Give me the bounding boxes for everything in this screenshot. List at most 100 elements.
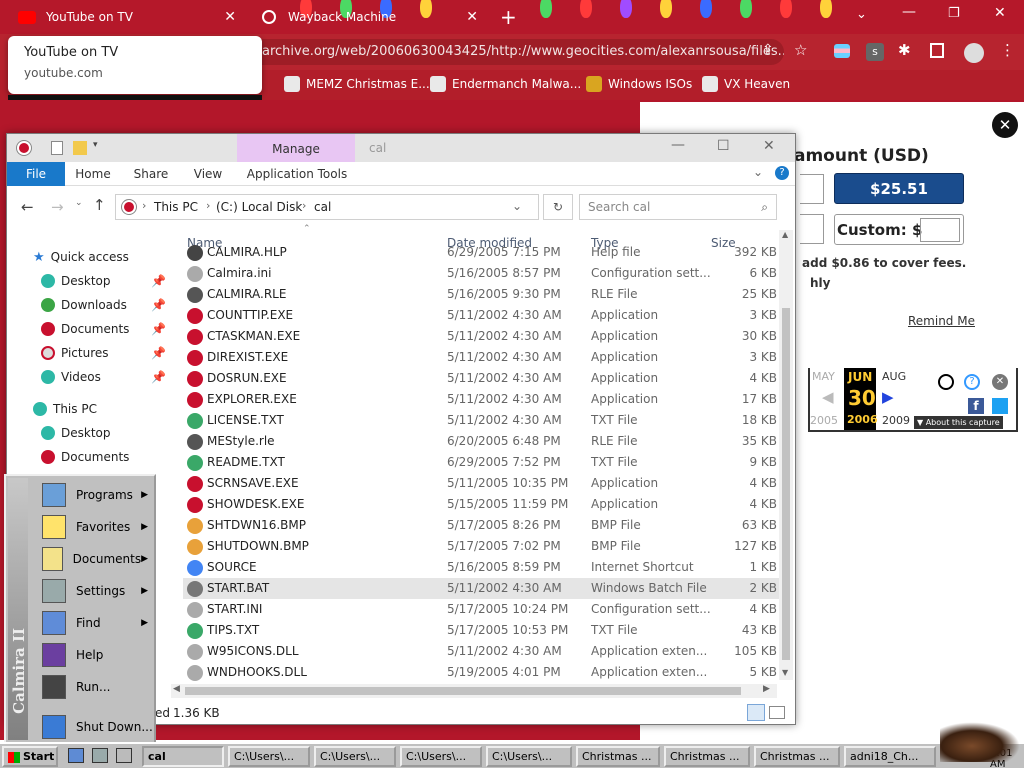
- tab-view[interactable]: View: [183, 162, 233, 186]
- start-menu-item-find[interactable]: Find ▶: [30, 608, 154, 638]
- table-row[interactable]: CALMIRA.HLP 6/29/2005 7:15 PM Help file 392…: [183, 242, 781, 263]
- back-arrow-icon[interactable]: ←: [21, 198, 34, 216]
- nav-pictures[interactable]: Pictures: [41, 342, 109, 364]
- taskbar-button[interactable]: adni18_Ch...: [844, 746, 936, 767]
- tab-home[interactable]: Home: [67, 162, 119, 186]
- breadcrumb-this-pc[interactable]: This PC: [154, 200, 198, 214]
- new-tab-icon[interactable]: +: [500, 5, 517, 29]
- address-field[interactable]: archive.org/web/20060630043425/http://ww…: [238, 39, 784, 65]
- close-icon[interactable]: ✕: [466, 9, 478, 25]
- nav-desktop[interactable]: Desktop: [41, 270, 111, 292]
- close-icon[interactable]: ✕: [224, 9, 236, 25]
- taskbar-button[interactable]: C:\Users\...: [486, 746, 572, 767]
- profile-s-icon[interactable]: s: [866, 43, 884, 61]
- table-row[interactable]: SHTDWN16.BMP 5/17/2005 8:26 PM BMP File 63 …: [183, 515, 781, 536]
- table-row[interactable]: LICENSE.TXT 5/11/2002 4:30 AM TXT File 18 K…: [183, 410, 781, 431]
- flag-extension-icon[interactable]: [834, 44, 850, 58]
- prev-capture-arrow-icon[interactable]: ◀: [822, 388, 834, 406]
- twitter-icon[interactable]: [992, 398, 1008, 414]
- tab-share[interactable]: Share: [123, 162, 179, 186]
- close-window-icon[interactable]: ✕: [763, 138, 775, 154]
- amount-button-selected[interactable]: $25.51: [834, 173, 964, 204]
- tab-wayback-machine[interactable]: Wayback Machine ✕: [252, 4, 488, 30]
- start-menu-item-programs[interactable]: Programs ▶: [30, 480, 154, 510]
- tab-youtube-on-tv[interactable]: YouTube on TV ✕: [8, 4, 246, 30]
- table-row[interactable]: START.INI 5/17/2005 10:24 PM Configuration…: [183, 599, 781, 620]
- nav-pc-desktop[interactable]: Desktop: [41, 422, 111, 444]
- scroll-down-chevron-icon[interactable]: ▼: [782, 668, 788, 677]
- about-capture-button[interactable]: ▼ About this capture: [914, 416, 1003, 429]
- bookmark-endermanch[interactable]: Endermanch Malwa...: [430, 76, 581, 92]
- quicklaunch-icon[interactable]: [68, 748, 84, 763]
- next-capture-arrow-icon[interactable]: ▶: [882, 388, 894, 406]
- quicklaunch-icon[interactable]: [116, 748, 132, 763]
- taskbar-button[interactable]: Christmas ...: [664, 746, 750, 767]
- help-icon[interactable]: ?: [964, 374, 980, 390]
- table-row[interactable]: CTASKMAN.EXE 5/11/2002 4:30 AM Application…: [183, 326, 781, 347]
- nav-videos[interactable]: Videos: [41, 366, 101, 388]
- quicklaunch-icon[interactable]: [92, 748, 108, 763]
- new-folder-icon[interactable]: [73, 141, 87, 155]
- table-row[interactable]: SOURCE 5/16/2005 8:59 PM Internet Shortcut…: [183, 557, 781, 578]
- refresh-icon[interactable]: ↻: [543, 194, 573, 220]
- remind-me-link[interactable]: Remind Me: [908, 314, 975, 328]
- avatar[interactable]: [964, 43, 984, 63]
- breadcrumb[interactable]: › This PC › (C:) Local Disk › cal ⌄: [115, 194, 539, 220]
- table-row[interactable]: TIPS.TXT 5/17/2005 10:53 PM TXT File 43 KB: [183, 620, 781, 641]
- vertical-scroll-thumb[interactable]: [782, 308, 790, 660]
- extensions-puzzle-icon[interactable]: ✱: [898, 41, 911, 59]
- close-icon[interactable]: ✕: [992, 374, 1008, 390]
- table-row[interactable]: MEStyle.rle 6/20/2005 6:48 PM RLE File 35 K…: [183, 431, 781, 452]
- share-icon[interactable]: ⇪: [762, 42, 774, 58]
- details-view-icon[interactable]: [747, 704, 765, 721]
- bookmark-star-icon[interactable]: ☆: [794, 41, 807, 59]
- prev-month[interactable]: MAY: [812, 370, 835, 383]
- start-menu-item-shut-down[interactable]: Shut Down...: [30, 712, 154, 742]
- bookmark-vx-heaven[interactable]: VX Heaven: [702, 76, 790, 92]
- table-row[interactable]: README.TXT 6/29/2005 7:52 PM TXT File 9 KB: [183, 452, 781, 473]
- minimize-icon[interactable]: —: [671, 137, 685, 153]
- prev-year[interactable]: 2005: [810, 414, 838, 427]
- help-icon[interactable]: ?: [775, 166, 789, 180]
- tab-application-tools[interactable]: Application Tools: [239, 162, 355, 186]
- next-month[interactable]: AUG: [882, 370, 906, 383]
- amount-option-partial[interactable]: [800, 174, 824, 204]
- custom-amount-input[interactable]: [920, 218, 960, 242]
- taskbar-button[interactable]: C:\Users\...: [228, 746, 310, 767]
- start-button[interactable]: Start: [2, 746, 58, 767]
- nav-quick-access[interactable]: ★ Quick access: [33, 246, 129, 268]
- start-menu-item-favorites[interactable]: Favorites ▶: [30, 512, 154, 542]
- table-row[interactable]: EXPLORER.EXE 5/11/2002 4:30 AM Application…: [183, 389, 781, 410]
- bookmark-windows-isos[interactable]: Windows ISOs: [586, 76, 692, 92]
- large-icons-view-icon[interactable]: [769, 706, 785, 719]
- table-row[interactable]: DIREXIST.EXE 5/11/2002 4:30 AM Application…: [183, 347, 781, 368]
- bookmark-memz[interactable]: MEMZ Christmas E...: [284, 76, 430, 92]
- recent-chevron-icon[interactable]: ⌄: [75, 198, 83, 208]
- breadcrumb-cal[interactable]: cal: [314, 200, 331, 214]
- nav-documents[interactable]: Documents: [41, 318, 129, 340]
- start-menu-item-run[interactable]: Run...: [30, 672, 154, 702]
- start-menu-item-settings[interactable]: Settings ▶: [30, 576, 154, 606]
- table-row[interactable]: SCRNSAVE.EXE 5/11/2005 10:35 PM Applicatio…: [183, 473, 781, 494]
- taskbar-button[interactable]: C:\Users\...: [314, 746, 396, 767]
- horizontal-scrollbar[interactable]: ◀ ▶: [171, 684, 777, 698]
- nav-this-pc[interactable]: This PC: [33, 398, 97, 420]
- table-row[interactable]: DOSRUN.EXE 5/11/2002 4:30 AM Application 4 …: [183, 368, 781, 389]
- sidepanel-icon[interactable]: [930, 43, 944, 58]
- tab-search-chevron-icon[interactable]: ⌄: [856, 7, 867, 22]
- amount-option-partial[interactable]: [800, 214, 824, 244]
- table-row[interactable]: COUNTTIP.EXE 5/11/2002 4:30 AM Application…: [183, 305, 781, 326]
- table-row[interactable]: WNDHOOKS.DLL 5/19/2005 4:01 PM Application…: [183, 662, 781, 683]
- next-year[interactable]: 2009: [882, 414, 910, 427]
- qat-dropdown-icon[interactable]: ▾: [93, 140, 98, 150]
- up-arrow-icon[interactable]: ↑: [93, 196, 106, 214]
- minimize-icon[interactable]: —: [902, 4, 916, 20]
- user-account-icon[interactable]: [938, 374, 954, 390]
- nav-pc-documents[interactable]: Documents: [41, 446, 129, 468]
- taskbar-button[interactable]: C:\Users\...: [400, 746, 482, 767]
- table-row[interactable]: SHOWDESK.EXE 5/15/2005 11:59 PM Applicatio…: [183, 494, 781, 515]
- path-dropdown-icon[interactable]: ⌄: [512, 199, 522, 213]
- table-row[interactable]: CALMIRA.RLE 5/16/2005 9:30 PM RLE File 25 K…: [183, 284, 781, 305]
- table-row[interactable]: Calmira.ini 5/16/2005 8:57 PM Configuratio…: [183, 263, 781, 284]
- table-row[interactable]: W95ICONS.DLL 5/11/2002 4:30 AM Application…: [183, 641, 781, 662]
